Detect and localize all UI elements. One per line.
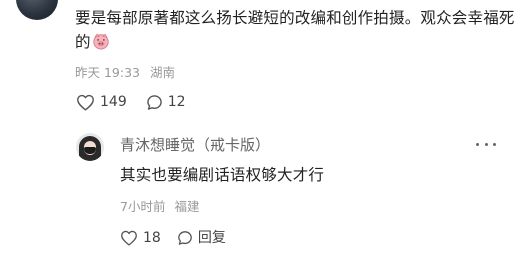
reply-button[interactable]: 回复 (177, 228, 226, 248)
reply-time: 7小时前 (120, 199, 166, 214)
reply-username[interactable]: 青沐想睡觉（戒卡版） (120, 135, 270, 155)
comment-body: 要是每部原著都这么扬长避短的改编和创作拍摄。观众会幸福死的 (75, 6, 515, 54)
like-button[interactable]: 149 (76, 92, 127, 112)
reply-item: 青沐想睡觉（戒卡版） 其实也要编剧话语权够大才行 7小时前 福建 18 回复 (76, 126, 516, 256)
comment-bubble-icon (146, 94, 162, 110)
more-options-button[interactable] (476, 139, 496, 149)
reply-count-button[interactable]: 12 (146, 92, 186, 112)
comment-meta: 昨天 19:33 湖南 (75, 65, 175, 81)
more-dot-icon (476, 142, 479, 146)
commenter-avatar[interactable] (16, 0, 58, 20)
comment-thread: 要是每部原著都这么扬长避短的改编和创作拍摄。观众会幸福死的 昨天 19:33 湖… (0, 0, 526, 256)
reply-button-label: 回复 (197, 230, 226, 246)
reply-count: 12 (167, 94, 186, 110)
pig-face-icon (93, 33, 109, 50)
more-dot-icon (493, 142, 496, 146)
reply-avatar[interactable] (76, 133, 104, 161)
comment-time: 昨天 19:33 (75, 65, 140, 80)
reply-like-button[interactable]: 18 (120, 228, 161, 248)
heart-icon (121, 230, 137, 246)
reply-actions: 18 回复 (120, 228, 226, 248)
like-count: 149 (100, 94, 127, 110)
more-dot-icon (484, 142, 488, 146)
comment-location: 湖南 (149, 65, 175, 80)
reply-meta: 7小时前 福建 (120, 199, 199, 215)
reply-text: 其实也要编剧话语权够大才行 (120, 166, 325, 184)
reply-like-count: 18 (143, 230, 161, 246)
comment-bubble-icon (177, 231, 192, 245)
comment-actions: 149 12 (76, 92, 186, 112)
reply-location: 福建 (174, 199, 200, 214)
heart-icon (77, 94, 94, 111)
comment-text: 要是每部原著都这么扬长避短的改编和创作拍摄。观众会幸福死的 (75, 9, 515, 51)
